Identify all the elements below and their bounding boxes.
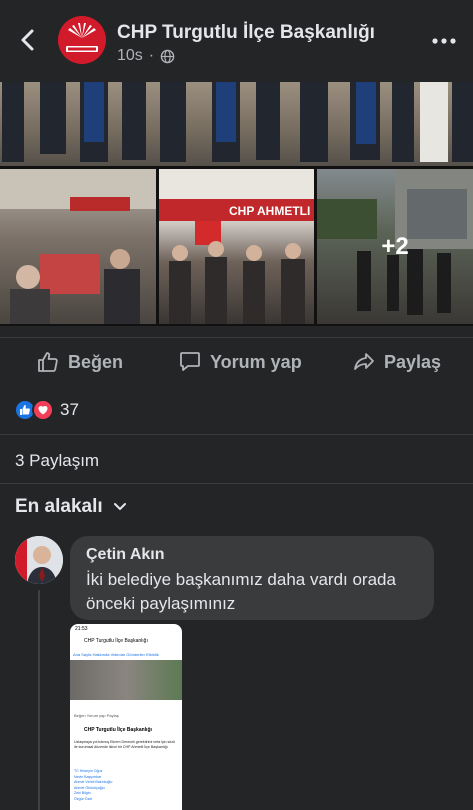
like-label: Beğen	[68, 351, 124, 372]
share-icon	[354, 353, 374, 370]
comment-button[interactable]: Yorum yap	[178, 338, 302, 386]
chevron-left-icon[interactable]	[14, 26, 42, 54]
shot-post-body: Uzlaşmaya yol tutmuş Ekrem Dereceli gere…	[74, 740, 176, 749]
like-button[interactable]: Beğen	[36, 338, 123, 386]
love-reaction-icon	[32, 399, 54, 421]
post-photo-1[interactable]	[0, 82, 473, 166]
globe-icon	[160, 49, 175, 63]
comment-label: Yorum yap	[210, 351, 302, 372]
commenter-avatar[interactable]	[15, 536, 63, 584]
more-photos-count: +2	[381, 232, 409, 260]
comment-sort-dropdown[interactable]: En alakalı	[15, 496, 127, 518]
post-actions-bar: Beğen Yorum yap Paylaş	[0, 338, 473, 386]
comment-author[interactable]: Çetin Akın	[86, 546, 165, 564]
divider	[0, 483, 473, 484]
chp-logo-icon	[58, 16, 106, 64]
reactions-summary[interactable]: 37	[14, 399, 79, 421]
comment-attached-image[interactable]: 21:53 CHP Turgutlu İlçe Başkanlığı Ana S…	[70, 624, 182, 810]
svg-text:CHP AHMETLI: CHP AHMETLI	[229, 204, 310, 218]
avatar-image	[15, 536, 63, 584]
shot-post-author: CHP Turgutlu İlçe Başkanlığı	[84, 727, 152, 733]
comment-bubble[interactable]: Çetin Akın İki belediye başkanımız daha …	[70, 536, 434, 620]
post-photo-3[interactable]: CHP AHMETLI	[159, 169, 314, 324]
share-count[interactable]: 3 Paylaşım	[15, 451, 99, 471]
sort-label: En alakalı	[15, 496, 103, 517]
thumbs-up-icon	[38, 352, 58, 372]
comment-text: İki belediye başkanımız daha vardı orada…	[86, 570, 396, 613]
reaction-count: 37	[60, 400, 79, 419]
share-button[interactable]: Paylaş	[352, 338, 441, 386]
shot-name: Ahmet Vehbi Bakırlıoğlu	[74, 780, 113, 784]
share-label: Paylaş	[384, 351, 442, 372]
page-avatar[interactable]	[58, 16, 106, 64]
page-name[interactable]: CHP Turgutlu İlçe Başkanlığı	[117, 22, 375, 44]
chevron-down-icon	[113, 503, 126, 510]
shot-page-name: CHP Turgutlu İlçe Başkanlığı	[84, 638, 148, 644]
divider	[0, 434, 473, 435]
post-photo-4[interactable]: +2	[317, 169, 473, 324]
shot-tabs: Ana Sayfa Hakkında Videolar Gönderiler E…	[73, 652, 159, 657]
shot-name: Özgür Özel	[74, 796, 93, 801]
meta-separator: ·	[148, 47, 155, 64]
comment-thread-line	[38, 590, 40, 810]
shot-actions: Beğen Yorum yap Paylaş	[74, 713, 119, 718]
more-horizontal-icon[interactable]	[432, 37, 456, 45]
post-photo-grid: CHP AHMETLI +2	[0, 82, 473, 326]
post-time[interactable]: 10s	[117, 47, 143, 65]
shot-status-time: 21:53	[75, 626, 88, 632]
post-meta: 10s ·	[117, 47, 175, 65]
comment-icon	[180, 352, 200, 371]
shot-name-list: TC Hüseyin Oğuz Nevin Başçımbar Ahmet Ve…	[74, 769, 112, 802]
post-photo-2[interactable]	[0, 169, 156, 324]
chp-building-photo-shapes: CHP AHMETLI	[159, 169, 314, 324]
shot-photos	[70, 660, 182, 700]
post-header: CHP Turgutlu İlçe Başkanlığı 10s ·	[0, 0, 473, 82]
meeting-photo-shapes	[0, 169, 156, 324]
more-photos-overlay[interactable]: +2	[317, 169, 473, 324]
group-photo-figures	[2, 82, 473, 162]
